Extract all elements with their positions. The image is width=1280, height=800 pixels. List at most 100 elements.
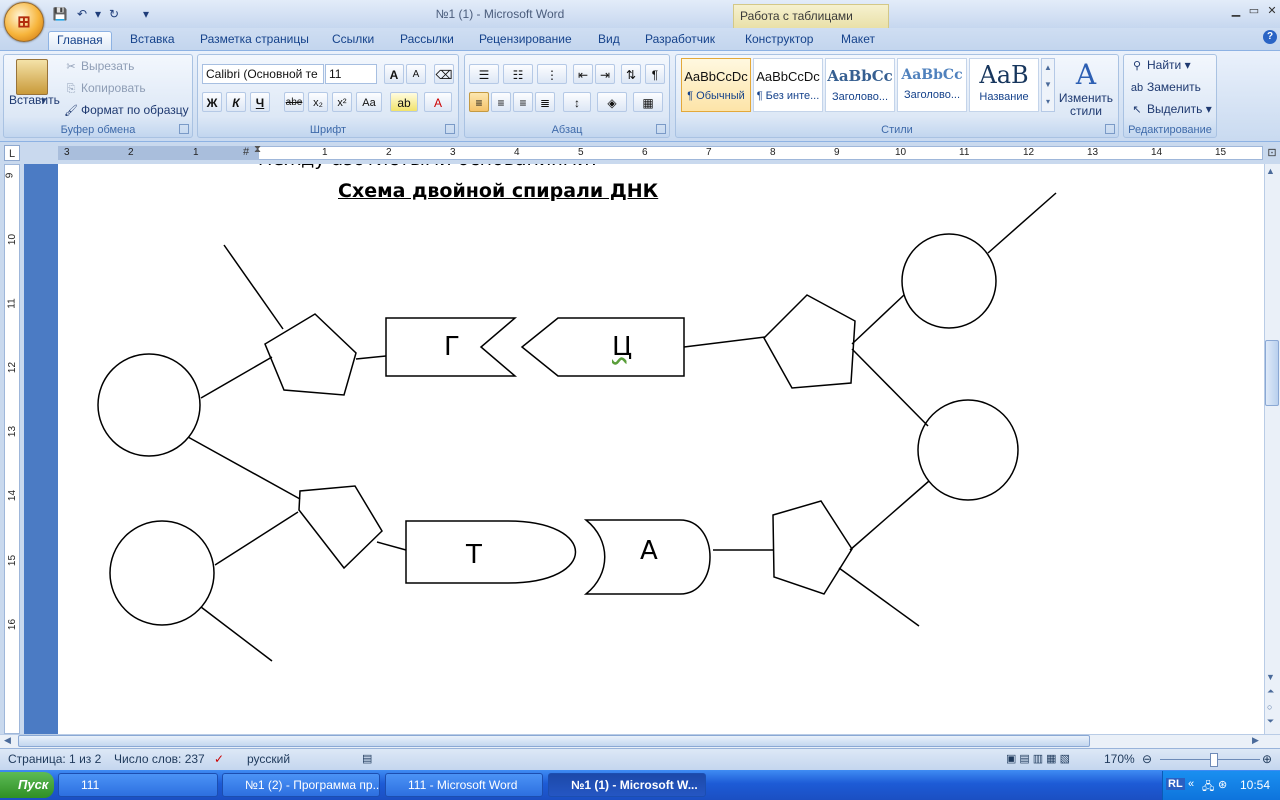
- tab-references[interactable]: Ссылки: [324, 31, 382, 50]
- zoom-out-icon[interactable]: ⊖: [1142, 752, 1152, 766]
- taskbar-item-program[interactable]: №1 (2) - Программа пр...: [222, 773, 380, 797]
- line-spacing-icon[interactable]: ↕: [563, 92, 591, 112]
- italic-button[interactable]: К: [226, 92, 246, 112]
- numbering-icon[interactable]: ☷: [503, 64, 533, 84]
- align-right-icon[interactable]: ≡: [513, 92, 533, 112]
- grow-font-button[interactable]: A: [384, 64, 404, 84]
- change-styles-button[interactable]: Изменить стили: [1058, 92, 1114, 118]
- maximize-icon[interactable]: ▭: [1246, 4, 1262, 18]
- format-painter-button[interactable]: 🖌 Формат по образцу: [64, 101, 189, 119]
- vertical-scrollbar[interactable]: [1264, 164, 1280, 734]
- bold-button[interactable]: Ж: [202, 92, 222, 112]
- page-count[interactable]: Страница: 1 из 2: [8, 752, 101, 766]
- tab-mailings[interactable]: Рассылки: [392, 31, 462, 50]
- subscript-button[interactable]: x₂: [308, 92, 328, 112]
- replace-button[interactable]: ab Заменить: [1130, 78, 1201, 96]
- macro-record-icon[interactable]: ▤: [362, 752, 372, 765]
- tab-home[interactable]: Главная: [48, 31, 112, 51]
- style-title[interactable]: AaB Название: [969, 58, 1039, 112]
- paste-icon[interactable]: [16, 59, 48, 95]
- justify-icon[interactable]: ≣: [535, 92, 555, 112]
- tab-design[interactable]: Конструктор: [737, 31, 821, 50]
- browse-object-icon[interactable]: ○: [1267, 702, 1272, 712]
- tab-view[interactable]: Вид: [590, 31, 628, 50]
- tab-selector-icon[interactable]: L: [4, 145, 20, 161]
- language-bar[interactable]: RL: [1166, 778, 1185, 790]
- zoom-in-icon[interactable]: ⊕: [1262, 752, 1272, 766]
- show-formatting-marks-icon[interactable]: ¶: [645, 64, 665, 84]
- dialog-launcher-icon[interactable]: [656, 124, 666, 134]
- tab-layout[interactable]: Макет: [833, 31, 883, 50]
- increase-indent-icon[interactable]: ⇥: [595, 64, 615, 84]
- scroll-down-icon[interactable]: ▼: [1266, 672, 1275, 682]
- tab-developer[interactable]: Разработчик: [637, 31, 723, 50]
- indent-marker-icon[interactable]: ⧗: [254, 144, 261, 155]
- horizontal-scroll-thumb[interactable]: [18, 735, 1090, 747]
- zoom-level[interactable]: 170%: [1104, 752, 1135, 766]
- copy-button[interactable]: ⎘ Копировать: [64, 79, 146, 97]
- paste-button[interactable]: Вставить: [9, 93, 60, 107]
- tab-review[interactable]: Рецензирование: [471, 31, 580, 50]
- tab-page-layout[interactable]: Разметка страницы: [192, 31, 317, 50]
- find-button[interactable]: ⚲ Найти ▾: [1130, 56, 1191, 74]
- align-center-icon[interactable]: ≡: [491, 92, 511, 112]
- dialog-launcher-icon[interactable]: [445, 124, 455, 134]
- underline-button[interactable]: Ч: [250, 92, 270, 112]
- dialog-launcher-icon[interactable]: [1105, 124, 1115, 134]
- taskbar-item-folder[interactable]: 111: [58, 773, 218, 797]
- view-ruler-icon[interactable]: ⊡: [1265, 146, 1279, 160]
- minimize-icon[interactable]: ▁: [1228, 4, 1244, 18]
- view-buttons[interactable]: ▣▤▥▦▧: [1006, 752, 1073, 765]
- language-indicator[interactable]: русский: [247, 752, 290, 766]
- taskbar-item-word-active[interactable]: №1 (1) - Microsoft W...: [548, 773, 706, 797]
- vertical-scroll-thumb[interactable]: [1265, 340, 1279, 406]
- tab-insert[interactable]: Вставка: [122, 31, 183, 50]
- antivirus-icon[interactable]: ⊛: [1218, 778, 1227, 791]
- cut-button[interactable]: ✂ Вырезать: [64, 57, 134, 75]
- font-size-combo[interactable]: 11: [325, 64, 377, 84]
- office-button[interactable]: ⊞: [4, 2, 44, 42]
- change-case-button[interactable]: Aa: [356, 92, 382, 112]
- vertical-ruler[interactable]: [4, 164, 20, 734]
- font-name-combo[interactable]: Calibri (Основной те: [202, 64, 324, 84]
- close-icon[interactable]: ✕: [1264, 4, 1280, 18]
- superscript-button[interactable]: x²: [332, 92, 352, 112]
- next-page-icon[interactable]: ⏷: [1267, 716, 1274, 727]
- start-button[interactable]: Пуск: [0, 772, 54, 798]
- word-count[interactable]: Число слов: 237: [114, 752, 205, 766]
- table-column-marker-icon[interactable]: #: [243, 146, 249, 158]
- network-icon[interactable]: 🖧: [1202, 778, 1214, 797]
- style-no-spacing[interactable]: AaBbCcDc ¶ Без инте...: [753, 58, 823, 112]
- highlight-icon[interactable]: ab: [390, 92, 418, 112]
- shrink-font-button[interactable]: A: [406, 64, 426, 84]
- dialog-launcher-icon[interactable]: [179, 124, 189, 134]
- help-icon[interactable]: ?: [1263, 30, 1277, 44]
- align-left-icon[interactable]: ≡: [469, 92, 489, 112]
- select-button[interactable]: ↖ Выделить ▾: [1130, 100, 1211, 118]
- scroll-left-icon[interactable]: ◀: [4, 735, 11, 746]
- scroll-up-icon[interactable]: ▲: [1266, 166, 1275, 176]
- scroll-right-icon[interactable]: ▶: [1252, 735, 1259, 746]
- tray-expand-icon[interactable]: «: [1188, 778, 1194, 790]
- strikethrough-button[interactable]: abe: [284, 92, 304, 112]
- borders-icon[interactable]: ▦: [633, 92, 663, 112]
- shading-icon[interactable]: ◈: [597, 92, 627, 112]
- previous-page-icon[interactable]: ⏶: [1267, 686, 1274, 697]
- sort-icon[interactable]: ⇅: [621, 64, 641, 84]
- style-heading-1[interactable]: AaBbCc Заголово...: [825, 58, 895, 112]
- decrease-indent-icon[interactable]: ⇤: [573, 64, 593, 84]
- proofing-icon[interactable]: ✓: [214, 752, 224, 766]
- style-heading-2[interactable]: AaBbCc Заголово...: [897, 58, 967, 112]
- style-normal[interactable]: AaBbCcDc ¶ Обычный: [681, 58, 751, 112]
- bullets-icon[interactable]: ☰: [469, 64, 499, 84]
- clear-formatting-icon[interactable]: ⌫: [434, 64, 454, 84]
- zoom-slider-thumb[interactable]: [1210, 753, 1218, 767]
- dna-diagram[interactable]: [58, 164, 1264, 734]
- font-color-icon[interactable]: A: [424, 92, 452, 112]
- clock[interactable]: 10:54: [1240, 778, 1270, 792]
- change-styles-icon[interactable]: A: [1070, 58, 1102, 91]
- multilevel-list-icon[interactable]: ⋮: [537, 64, 567, 84]
- paste-dropdown-icon[interactable]: ▾: [41, 95, 46, 106]
- styles-gallery-scroll[interactable]: ▲ ▼ ▾: [1041, 58, 1055, 112]
- taskbar-item-word-111[interactable]: 111 - Microsoft Word: [385, 773, 543, 797]
